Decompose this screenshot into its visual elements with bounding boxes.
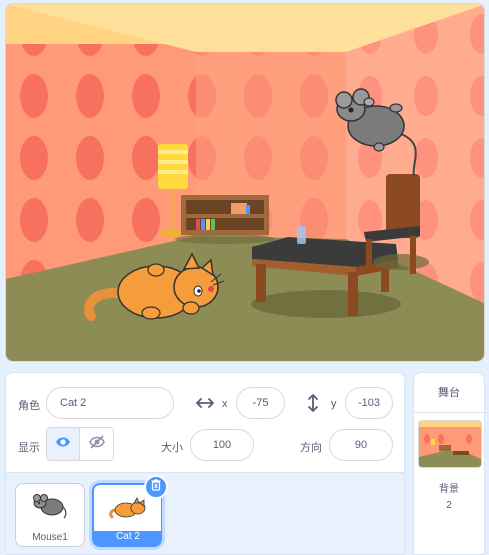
- sprite-name-input[interactable]: Cat 2: [46, 387, 174, 419]
- y-input[interactable]: -103: [345, 387, 393, 419]
- sprite-tile-label: Cat 2: [116, 531, 140, 542]
- stage-scene: [6, 4, 484, 361]
- stage-title: 舞台: [414, 373, 484, 413]
- x-label: x: [222, 398, 228, 410]
- delete-sprite-button[interactable]: [144, 475, 168, 499]
- sprite-label: 角色: [18, 400, 40, 412]
- show-button[interactable]: [47, 428, 81, 460]
- backdrops-label: 背景: [439, 484, 459, 495]
- size-input[interactable]: 100: [190, 429, 254, 461]
- sprite-tile-cat-2[interactable]: Cat 2: [92, 475, 168, 547]
- stage-selector[interactable]: 舞台 背景 2: [413, 372, 485, 555]
- sprite-tile-label: Mouse1: [32, 532, 68, 543]
- sprite-list: Mouse1 Cat 2: [6, 473, 404, 554]
- sprite-tile-mouse1[interactable]: Mouse1: [15, 483, 85, 547]
- visibility-toggle: [46, 427, 114, 461]
- size-label: 大小: [161, 442, 183, 454]
- stage-backdrop-thumbnail[interactable]: [418, 420, 482, 468]
- eye-slash-icon: [88, 434, 105, 454]
- sprite-info: 角色 Cat 2 x -75 y -103 显示 大小 100 方向 90: [6, 373, 404, 473]
- backdrops-count: 2: [446, 500, 452, 511]
- scratch-editor: 角色 Cat 2 x -75 y -103 显示 大小 100 方向 90 Mo…: [0, 0, 489, 555]
- stage-canvas[interactable]: [5, 3, 485, 362]
- sprite-pane: 角色 Cat 2 x -75 y -103 显示 大小 100 方向 90 Mo…: [5, 372, 405, 555]
- trash-icon: [151, 478, 161, 496]
- x-input[interactable]: -75: [236, 387, 285, 419]
- drag-handle-horizontal-icon: [194, 393, 216, 413]
- drag-handle-vertical-icon: [306, 391, 320, 415]
- sprite-thumbnail: [16, 484, 84, 530]
- y-label: y: [331, 398, 337, 410]
- direction-label: 方向: [300, 442, 322, 454]
- direction-input[interactable]: 90: [329, 429, 393, 461]
- eye-icon: [55, 435, 71, 453]
- hide-button[interactable]: [80, 428, 113, 460]
- show-label: 显示: [18, 442, 40, 454]
